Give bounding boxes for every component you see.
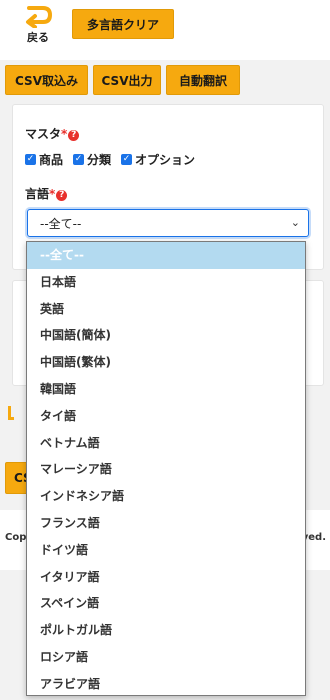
master-field-label: マスタ*? — [25, 125, 80, 142]
checkbox-checked-icon[interactable]: ✓ — [121, 154, 133, 165]
chevron-down-icon: ⌄ — [290, 216, 300, 229]
language-option[interactable]: 韓国語 — [27, 376, 305, 403]
language-option[interactable]: 日本語 — [27, 269, 305, 296]
checkbox-product[interactable]: ✓ 商品 — [25, 151, 63, 168]
language-option[interactable]: アラビア語 — [27, 671, 305, 695]
back-label: 戻る — [27, 31, 49, 44]
language-select-value: --全て-- — [40, 216, 82, 231]
language-option[interactable]: 中国語(簡体) — [27, 322, 305, 349]
language-option[interactable]: ロシア語 — [27, 644, 305, 671]
master-label: マスタ — [25, 127, 62, 141]
required-mark: * — [49, 187, 56, 201]
back-arrow-icon — [26, 6, 53, 28]
header-bar: 戻る 多言語クリア — [0, 0, 330, 60]
multilingual-clear-button[interactable]: 多言語クリア — [72, 9, 174, 39]
csv-export-button[interactable]: CSV出力 — [93, 65, 161, 95]
copyright-text-left: Cop — [5, 532, 27, 543]
checkbox-label: オプション — [135, 153, 196, 167]
checkbox-label: 商品 — [39, 153, 64, 167]
master-checkbox-group: ✓ 商品 ✓ 分類 ✓ オプション — [25, 151, 195, 168]
checkbox-checked-icon[interactable]: ✓ — [73, 154, 85, 165]
auto-translate-button[interactable]: 自動翻訳 — [166, 65, 240, 95]
language-option[interactable]: 英語 — [27, 296, 305, 323]
language-option[interactable]: 中国語(繁体) — [27, 349, 305, 376]
help-icon[interactable]: ? — [56, 190, 68, 201]
csv-import-button[interactable]: CSV取込み — [5, 65, 88, 95]
partial-arrow-icon — [8, 400, 20, 428]
checkbox-category[interactable]: ✓ 分類 — [73, 151, 111, 168]
help-icon[interactable]: ? — [68, 130, 80, 141]
checkbox-checked-icon[interactable]: ✓ — [25, 154, 36, 165]
language-option[interactable]: ベトナム語 — [27, 430, 305, 457]
language-option[interactable]: イタリア語 — [27, 564, 305, 591]
language-option[interactable]: --全て-- — [27, 242, 305, 269]
language-option[interactable]: タイ語 — [27, 403, 305, 430]
language-label: 言語 — [25, 187, 50, 201]
language-field-label: 言語*? — [25, 185, 68, 202]
language-select[interactable]: --全て-- ⌄ — [27, 209, 309, 237]
language-option[interactable]: スペイン語 — [27, 590, 305, 617]
language-option[interactable]: マレーシア語 — [27, 456, 305, 483]
language-option[interactable]: ドイツ語 — [27, 537, 305, 564]
toolbar: CSV取込み CSV出力 自動翻訳 — [0, 60, 330, 100]
checkbox-option[interactable]: ✓ オプション — [121, 151, 195, 168]
checkbox-label: 分類 — [87, 153, 112, 167]
language-option[interactable]: ポルトガル語 — [27, 617, 305, 644]
required-mark: * — [61, 127, 68, 141]
language-option[interactable]: インドネシア語 — [27, 483, 305, 510]
language-option[interactable]: フランス語 — [27, 510, 305, 537]
language-dropdown-list: --全て-- 日本語 英語 中国語(簡体) 中国語(繁体) 韓国語 タイ語 ベトナム語 マレーシ… — [26, 241, 306, 696]
back-button[interactable]: 戻る — [20, 4, 56, 54]
